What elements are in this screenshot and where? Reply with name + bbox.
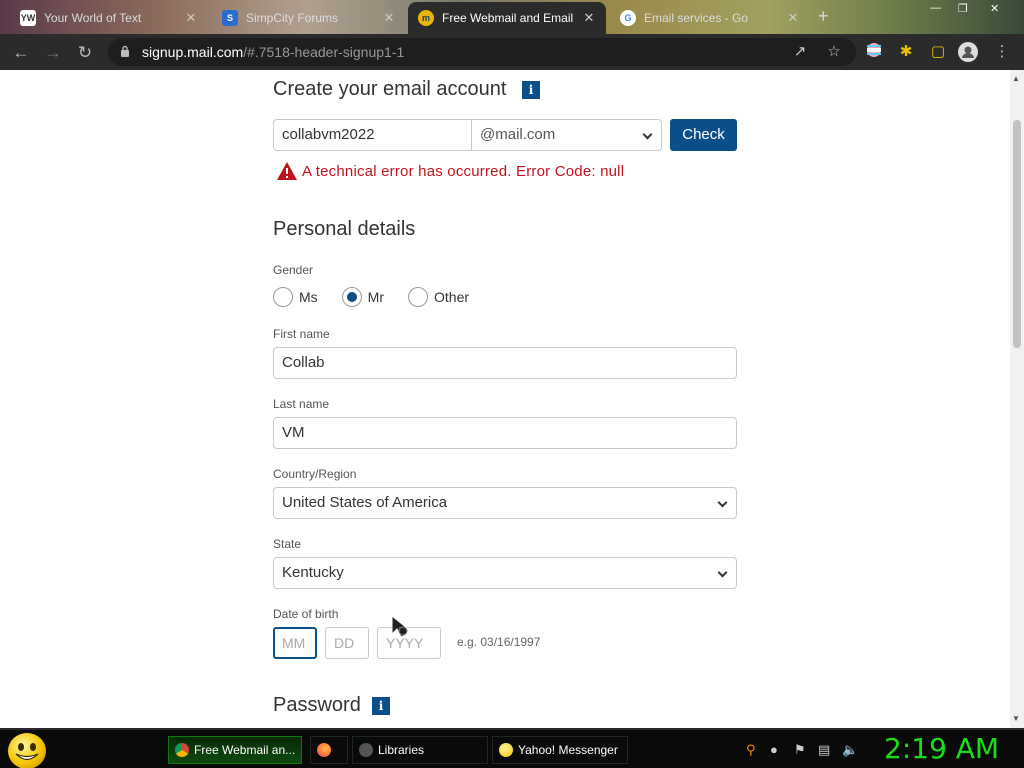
- taskbar-item-chrome[interactable]: Free Webmail an...: [168, 736, 302, 764]
- browser-tabstrip: YW Your World of Text ✕ S SimpCity Forum…: [0, 0, 1024, 34]
- menu-kebab-icon[interactable]: ⋮: [992, 42, 1012, 62]
- reload-icon[interactable]: ↻: [74, 42, 96, 64]
- browser-toolbar: ← → ↻ signup.mail.com/#.7518-header-sign…: [0, 34, 1024, 70]
- taskbar-clock[interactable]: 2:19 AM: [884, 732, 999, 765]
- forward-icon[interactable]: →: [42, 42, 64, 64]
- last-name-input[interactable]: VM: [273, 417, 737, 449]
- os-taskbar: Free Webmail an... Libraries Yahoo! Mess…: [0, 728, 1024, 768]
- email-username-input[interactable]: collabvm2022: [273, 119, 472, 151]
- first-name-input[interactable]: Collab: [273, 347, 737, 379]
- firefox-icon: [317, 743, 331, 757]
- bookmark-star-icon[interactable]: ☆: [824, 42, 844, 62]
- simp-icon: S: [222, 10, 238, 26]
- taskbar-item-yahoo-messenger[interactable]: Yahoo! Messenger: [492, 736, 628, 764]
- tab-your-world-of-text[interactable]: YW Your World of Text ✕: [10, 2, 208, 34]
- address-bar[interactable]: signup.mail.com/#.7518-header-signup1-1: [108, 38, 856, 66]
- chrome-icon: [175, 743, 189, 757]
- taskbar-item-libraries[interactable]: Libraries: [352, 736, 488, 764]
- country-select[interactable]: United States of America: [273, 487, 737, 519]
- new-tab-button[interactable]: +: [818, 6, 829, 27]
- libraries-icon: [359, 743, 373, 757]
- warning-icon: [277, 162, 297, 180]
- state-label: State: [273, 537, 302, 551]
- password-heading: Password: [273, 694, 361, 716]
- extensions-icon[interactable]: ✱: [896, 42, 916, 62]
- page-scrollbar[interactable]: ▲ ▼: [1010, 70, 1024, 728]
- action-center-flag-icon[interactable]: ⚑: [794, 742, 806, 758]
- tray-status-icon[interactable]: ●: [770, 742, 778, 757]
- close-icon[interactable]: ✕: [184, 10, 198, 26]
- gender-mr-radio[interactable]: [341, 287, 362, 307]
- gender-radio-group: Ms Mr Other: [273, 287, 493, 307]
- create-account-heading: Create your email account: [273, 78, 507, 100]
- scroll-up-icon[interactable]: ▲: [1012, 74, 1020, 83]
- dob-label: Date of birth: [273, 607, 339, 621]
- window-close-icon[interactable]: ✕: [990, 2, 999, 15]
- minimize-icon[interactable]: —: [930, 2, 941, 14]
- smiley-icon: [15, 743, 39, 761]
- check-button[interactable]: Check: [670, 119, 737, 151]
- start-button[interactable]: [8, 733, 46, 768]
- google-icon: G: [620, 10, 636, 26]
- close-icon[interactable]: ✕: [786, 10, 800, 26]
- share-icon[interactable]: ↗: [790, 42, 810, 62]
- scrollbar-thumb[interactable]: [1013, 120, 1021, 348]
- mail-icon: m: [418, 10, 434, 26]
- close-icon[interactable]: ✕: [582, 10, 596, 26]
- chevron-down-icon: [717, 497, 728, 508]
- signup-page: Create your email account i collabvm2022…: [0, 70, 1010, 728]
- dob-hint: e.g. 03/16/1997: [457, 635, 541, 649]
- yahoo-smiley-icon: [499, 743, 513, 757]
- personal-details-heading: Personal details: [273, 218, 416, 240]
- scroll-down-icon[interactable]: ▼: [1012, 714, 1020, 723]
- maximize-icon[interactable]: ❐: [958, 2, 968, 15]
- info-icon[interactable]: i: [372, 697, 390, 715]
- chevron-down-icon: [717, 567, 728, 578]
- side-panel-icon[interactable]: ▢: [928, 42, 948, 62]
- gender-ms-radio[interactable]: [273, 287, 293, 307]
- taskbar-item-firefox[interactable]: [310, 736, 348, 764]
- account-avatar-icon[interactable]: [958, 42, 978, 62]
- dob-day-input[interactable]: DD: [325, 627, 369, 659]
- first-name-label: First name: [273, 327, 330, 341]
- mouse-cursor-icon: [391, 614, 409, 638]
- email-domain-select[interactable]: @mail.com: [471, 119, 662, 151]
- volume-icon[interactable]: 🔈: [842, 742, 858, 758]
- search-icon[interactable]: ⚲: [746, 742, 756, 758]
- chevron-down-icon: [642, 129, 653, 140]
- screen: YW Your World of Text ✕ S SimpCity Forum…: [0, 0, 1024, 768]
- url-text: signup.mail.com/#.7518-header-signup1-1: [142, 44, 405, 60]
- info-icon[interactable]: i: [522, 81, 540, 99]
- ywot-icon: YW: [20, 10, 36, 26]
- tab-simpcity-forums[interactable]: S SimpCity Forums ✕: [212, 2, 406, 34]
- gender-other-radio[interactable]: [408, 287, 428, 307]
- profile-flag-icon[interactable]: [864, 42, 884, 62]
- network-icon[interactable]: ▤: [818, 742, 830, 758]
- country-label: Country/Region: [273, 467, 357, 481]
- state-select[interactable]: Kentucky: [273, 557, 737, 589]
- close-icon[interactable]: ✕: [382, 10, 396, 26]
- tab-email-services[interactable]: G Email services - Go ✕: [610, 2, 810, 34]
- last-name-label: Last name: [273, 397, 330, 411]
- lock-icon: [121, 45, 129, 57]
- back-icon[interactable]: ←: [10, 42, 32, 64]
- dob-month-input[interactable]: MM: [273, 627, 317, 659]
- gender-label: Gender: [273, 263, 314, 277]
- tab-free-webmail[interactable]: m Free Webmail and Email ✕: [408, 2, 606, 34]
- error-message: A technical error has occurred. Error Co…: [276, 161, 624, 181]
